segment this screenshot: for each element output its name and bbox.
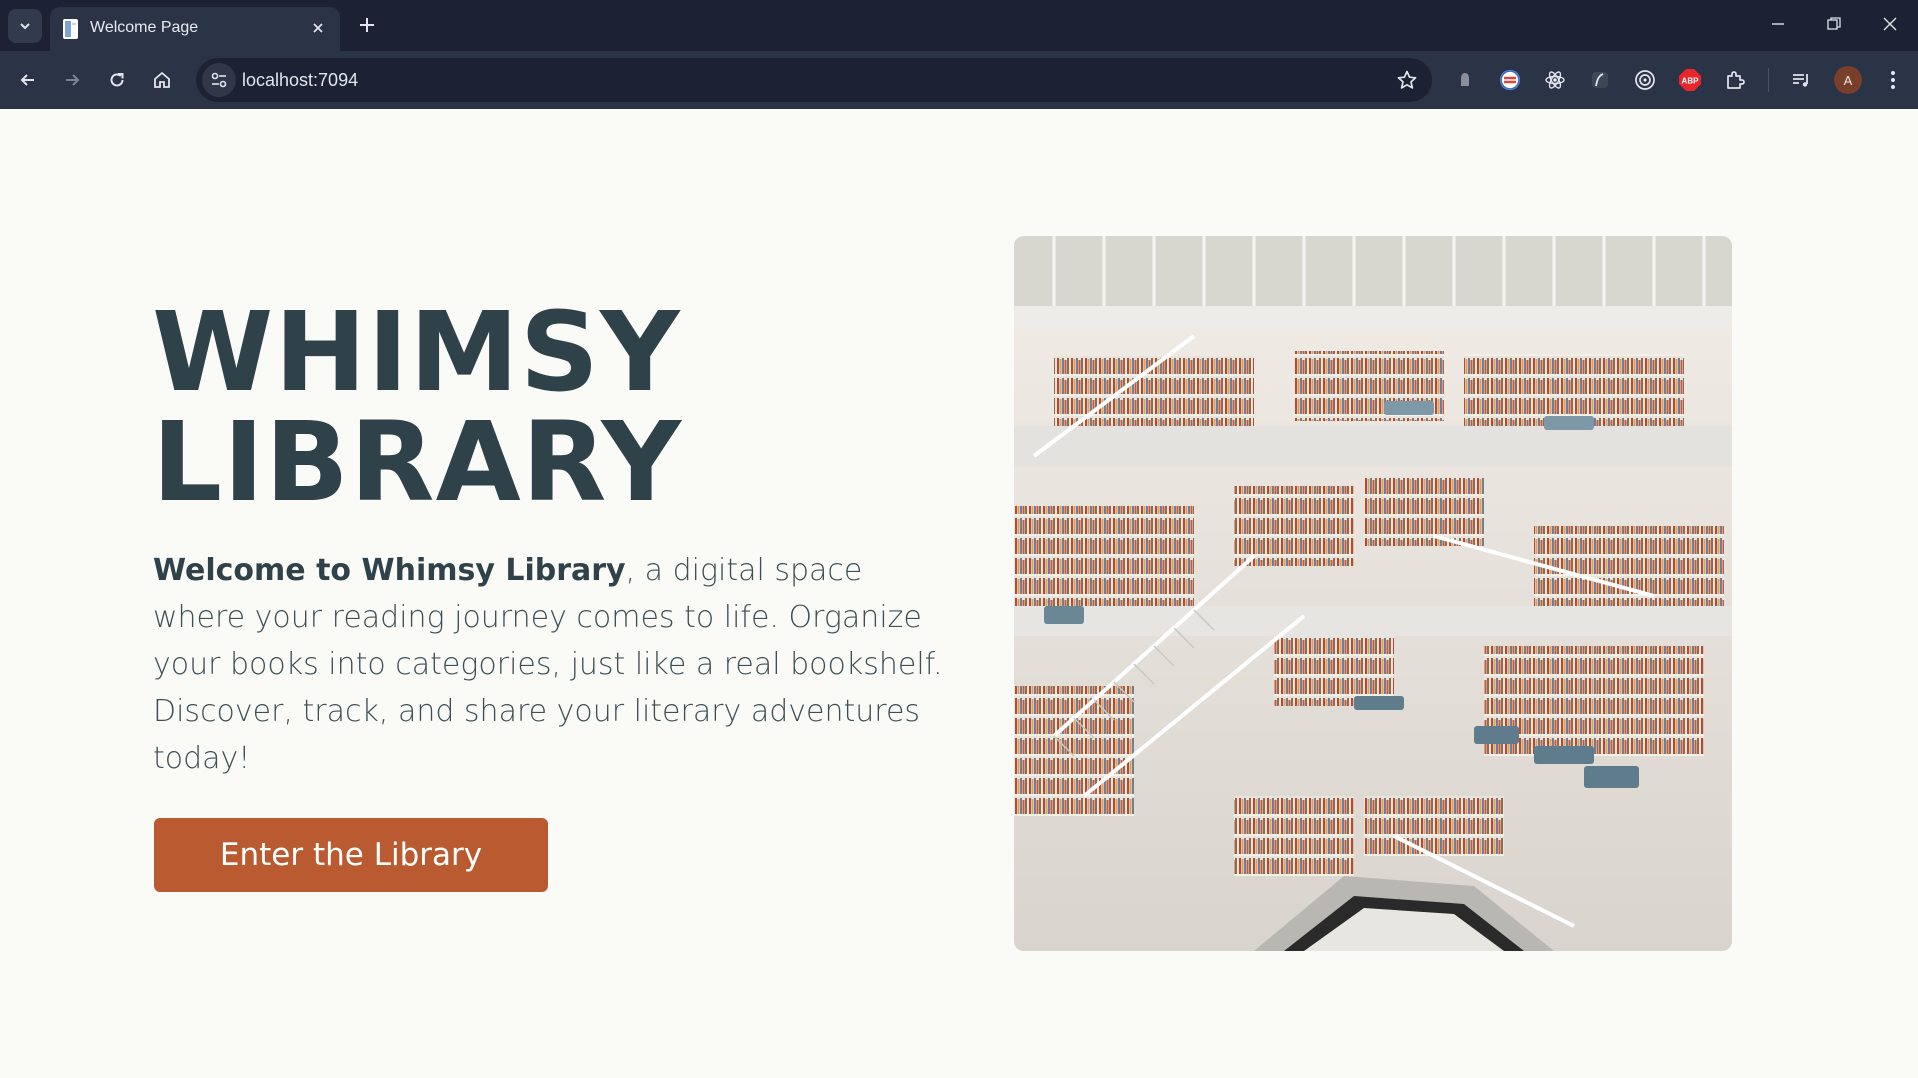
tab-close-button[interactable]	[306, 16, 330, 40]
puzzle-extensions-icon[interactable]	[1721, 66, 1749, 94]
browser-toolbar: localhost:7094 ABP A	[0, 51, 1918, 109]
home-icon	[154, 71, 170, 88]
target-extension-icon[interactable]	[1631, 66, 1659, 94]
browser-tab-bar: Welcome Page	[0, 0, 1918, 51]
title-line-1: WHIMSY	[152, 288, 681, 416]
close-icon	[313, 23, 323, 33]
shield-extension-icon[interactable]	[1451, 66, 1479, 94]
profile-avatar[interactable]: A	[1834, 66, 1862, 94]
feather-extension-icon[interactable]	[1586, 66, 1614, 94]
arrow-right-icon	[66, 74, 80, 86]
tab-title: Welcome Page	[90, 19, 199, 36]
plus-icon	[360, 18, 374, 32]
bookmark-button[interactable]	[1394, 67, 1420, 93]
adblock-label: ABP	[1682, 77, 1700, 86]
toolbar-separator	[1768, 68, 1769, 92]
intro-paragraph: Welcome to Whimsy Library, a digital spa…	[153, 547, 953, 782]
react-extension-icon[interactable]	[1541, 66, 1569, 94]
reload-button[interactable]	[101, 64, 133, 96]
media-control-icon[interactable]	[1787, 66, 1815, 94]
page-title: WHIMSY LIBRARY	[152, 297, 682, 517]
site-info-button[interactable]	[202, 63, 236, 97]
arrow-left-icon	[20, 74, 34, 86]
active-tab[interactable]: Welcome Page	[50, 7, 340, 51]
library-atrium-photo	[1014, 236, 1732, 951]
chevron-down-icon	[20, 23, 30, 30]
restore-button[interactable]	[1814, 6, 1854, 42]
reload-icon	[110, 73, 124, 87]
restore-icon	[1827, 17, 1841, 30]
minimize-icon	[1772, 23, 1784, 25]
minimize-button[interactable]	[1758, 6, 1798, 42]
kebab-menu-icon	[1891, 71, 1895, 89]
page-favicon-icon	[63, 19, 78, 39]
star-icon	[1397, 70, 1417, 89]
forward-button[interactable]	[56, 64, 88, 96]
tab-search-button[interactable]	[8, 9, 42, 43]
new-tab-button[interactable]	[352, 10, 382, 40]
back-button[interactable]	[12, 64, 44, 96]
browser-menu-button[interactable]	[1879, 66, 1907, 94]
url-text: localhost:7094	[242, 70, 359, 90]
intro-bold: Welcome to Whimsy Library	[153, 553, 626, 588]
adblock-extension-icon[interactable]: ABP	[1676, 66, 1704, 94]
welcome-page: WHIMSY LIBRARY Welcome to Whimsy Library…	[0, 109, 1918, 1078]
title-line-2: LIBRARY	[152, 398, 683, 526]
close-window-button[interactable]	[1870, 6, 1910, 42]
enter-library-button[interactable]: Enter the Library	[154, 818, 548, 892]
circle-logo-extension-icon[interactable]	[1496, 66, 1524, 94]
home-button[interactable]	[146, 64, 178, 96]
address-bar[interactable]: localhost:7094	[196, 58, 1432, 102]
tune-icon	[211, 72, 227, 88]
close-icon	[1883, 17, 1897, 31]
